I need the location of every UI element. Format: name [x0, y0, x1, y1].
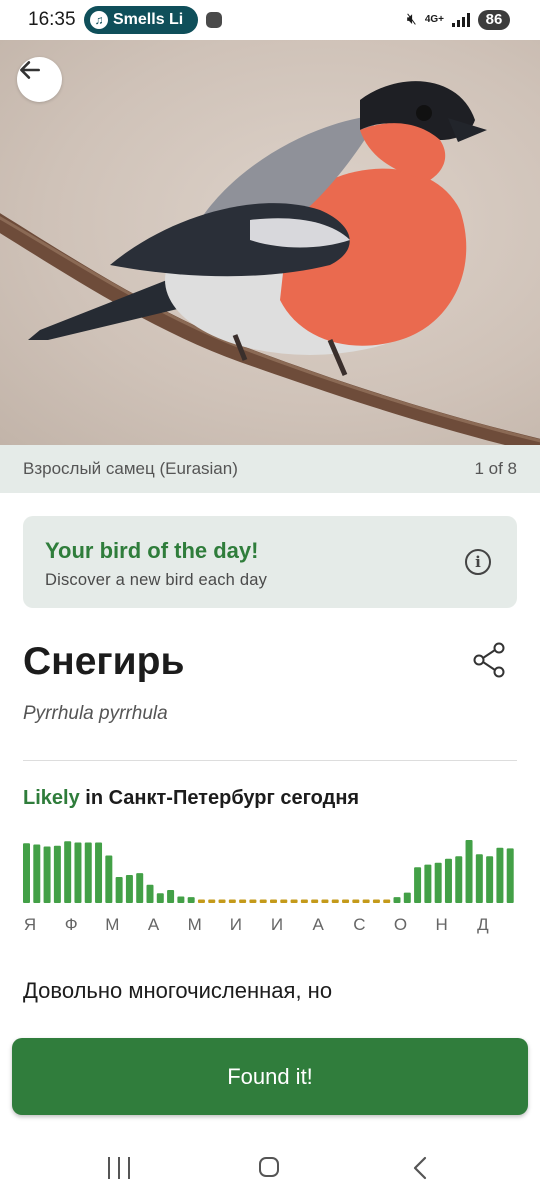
species-description: Довольно многочисленная, но: [23, 978, 333, 1003]
frequency-bar: [177, 896, 185, 903]
month-label: И: [229, 915, 242, 934]
frequency-bar: [33, 844, 41, 903]
frequency-bar: [259, 899, 267, 903]
section-divider: [23, 760, 517, 761]
frequency-bar: [197, 899, 205, 903]
frequency-bar: [105, 855, 113, 903]
app-notification-icon: [206, 12, 222, 28]
frequency-bar: [270, 899, 277, 903]
frequency-bar: [115, 877, 123, 903]
frequency-bar: [486, 856, 494, 903]
frequency-bar: [146, 884, 154, 903]
frequency-bar: [444, 858, 452, 903]
battery-indicator: 86: [478, 10, 510, 30]
month-label: О: [393, 915, 408, 934]
frequency-bar: [64, 841, 72, 903]
photo-caption-bar: Взрослый самец (Eurasian) 1 of 8: [0, 445, 540, 493]
frequency-bar: [290, 899, 298, 903]
species-scientific-name: Pyrrhula pyrrhula: [23, 703, 168, 724]
network-type-label: 4G+: [424, 14, 444, 25]
likelihood-status: Likely: [23, 787, 80, 809]
photo-caption: Взрослый самец (Eurasian): [23, 459, 238, 478]
nav-back-icon[interactable]: [408, 1155, 434, 1181]
bird-of-the-day-card: Your bird of the day! Discover a new bir…: [23, 516, 517, 608]
frequency-bar: [167, 890, 175, 903]
frequency-bar: [352, 899, 360, 903]
system-navigation-bar: [0, 1135, 540, 1200]
found-it-button[interactable]: Found it!: [12, 1038, 528, 1115]
recent-apps-icon[interactable]: [108, 1157, 130, 1179]
bird-of-day-title: Your bird of the day!: [45, 538, 259, 563]
frequency-bar: [218, 899, 226, 903]
month-label: Ф: [64, 915, 78, 934]
frequency-bar: [239, 899, 247, 903]
month-label: Д: [477, 915, 489, 934]
frequency-bar: [372, 899, 380, 903]
frequency-bar: [383, 899, 391, 903]
month-labels: ЯФМАМИИАСОНД: [23, 915, 517, 937]
frequency-bar: [249, 899, 257, 903]
status-time: 16:35: [28, 9, 76, 30]
frequency-bar: [403, 892, 411, 903]
frequency-bar: [311, 899, 319, 903]
frequency-bar: [342, 899, 350, 903]
info-icon[interactable]: i: [465, 549, 491, 575]
frequency-bar: [414, 867, 422, 903]
frequency-bar: [53, 845, 61, 903]
frequency-bar: [424, 864, 432, 903]
frequency-bar: [84, 842, 92, 903]
frequency-bar: [228, 899, 236, 903]
bullfinch-illustration: [0, 81, 540, 445]
bird-photo[interactable]: [0, 40, 540, 445]
frequency-bar: [331, 899, 339, 903]
back-button[interactable]: [17, 57, 62, 102]
species-common-name: Снегирь: [23, 640, 185, 683]
arrow-left-icon: [20, 61, 40, 79]
month-label: И: [270, 915, 284, 934]
media-notification-pill[interactable]: ♫ Smells Li: [84, 6, 198, 34]
frequency-bar: [455, 856, 463, 903]
month-label: А: [312, 915, 324, 934]
month-label: М: [105, 915, 120, 934]
frequency-bar: [43, 846, 51, 903]
frequency-bar: [187, 897, 195, 903]
frequency-bar: [393, 897, 401, 903]
status-bar: 16:35 ♫ Smells Li 🔇︎ 4G+ 86: [0, 0, 540, 40]
month-label: Я: [23, 915, 37, 934]
frequency-bar: [95, 842, 103, 903]
month-label: Н: [435, 915, 448, 934]
frequency-bar: [156, 893, 164, 903]
media-label: Smells Li: [113, 11, 184, 28]
likelihood-location: in Санкт-Петербург сегодня: [79, 787, 360, 809]
bird-of-day-subtitle: Discover a new bird each day: [45, 571, 268, 589]
month-label: М: [187, 915, 202, 934]
frequency-bar: [496, 847, 504, 903]
frequency-bar: [125, 875, 133, 903]
frequency-bar: [208, 899, 216, 903]
frequency-bar: [465, 839, 473, 903]
frequency-bar: [475, 854, 483, 903]
frequency-bar: [362, 899, 370, 903]
music-note-icon: ♫: [90, 11, 108, 29]
likelihood-heading: Likely in Санкт-Петербург сегодня: [23, 787, 359, 810]
frequency-bar: [74, 842, 82, 903]
frequency-bar: [280, 899, 288, 903]
status-indicators: 🔇︎ 4G+ 86: [407, 8, 510, 32]
photo-counter: 1 of 8: [474, 459, 517, 478]
signal-icon: [452, 13, 470, 27]
frequency-bar: [300, 899, 308, 903]
frequency-bar: [136, 873, 144, 903]
frequency-bar: [23, 843, 30, 903]
share-icon[interactable]: [472, 642, 506, 678]
month-label: С: [353, 915, 366, 934]
frequency-bar: [321, 899, 329, 903]
month-label: А: [147, 915, 160, 934]
mute-icon: 🔇︎: [406, 11, 417, 28]
frequency-bar: [434, 862, 442, 903]
frequency-bar: [506, 848, 514, 903]
seasonal-frequency-chart: [23, 839, 514, 903]
home-icon[interactable]: [259, 1157, 279, 1177]
